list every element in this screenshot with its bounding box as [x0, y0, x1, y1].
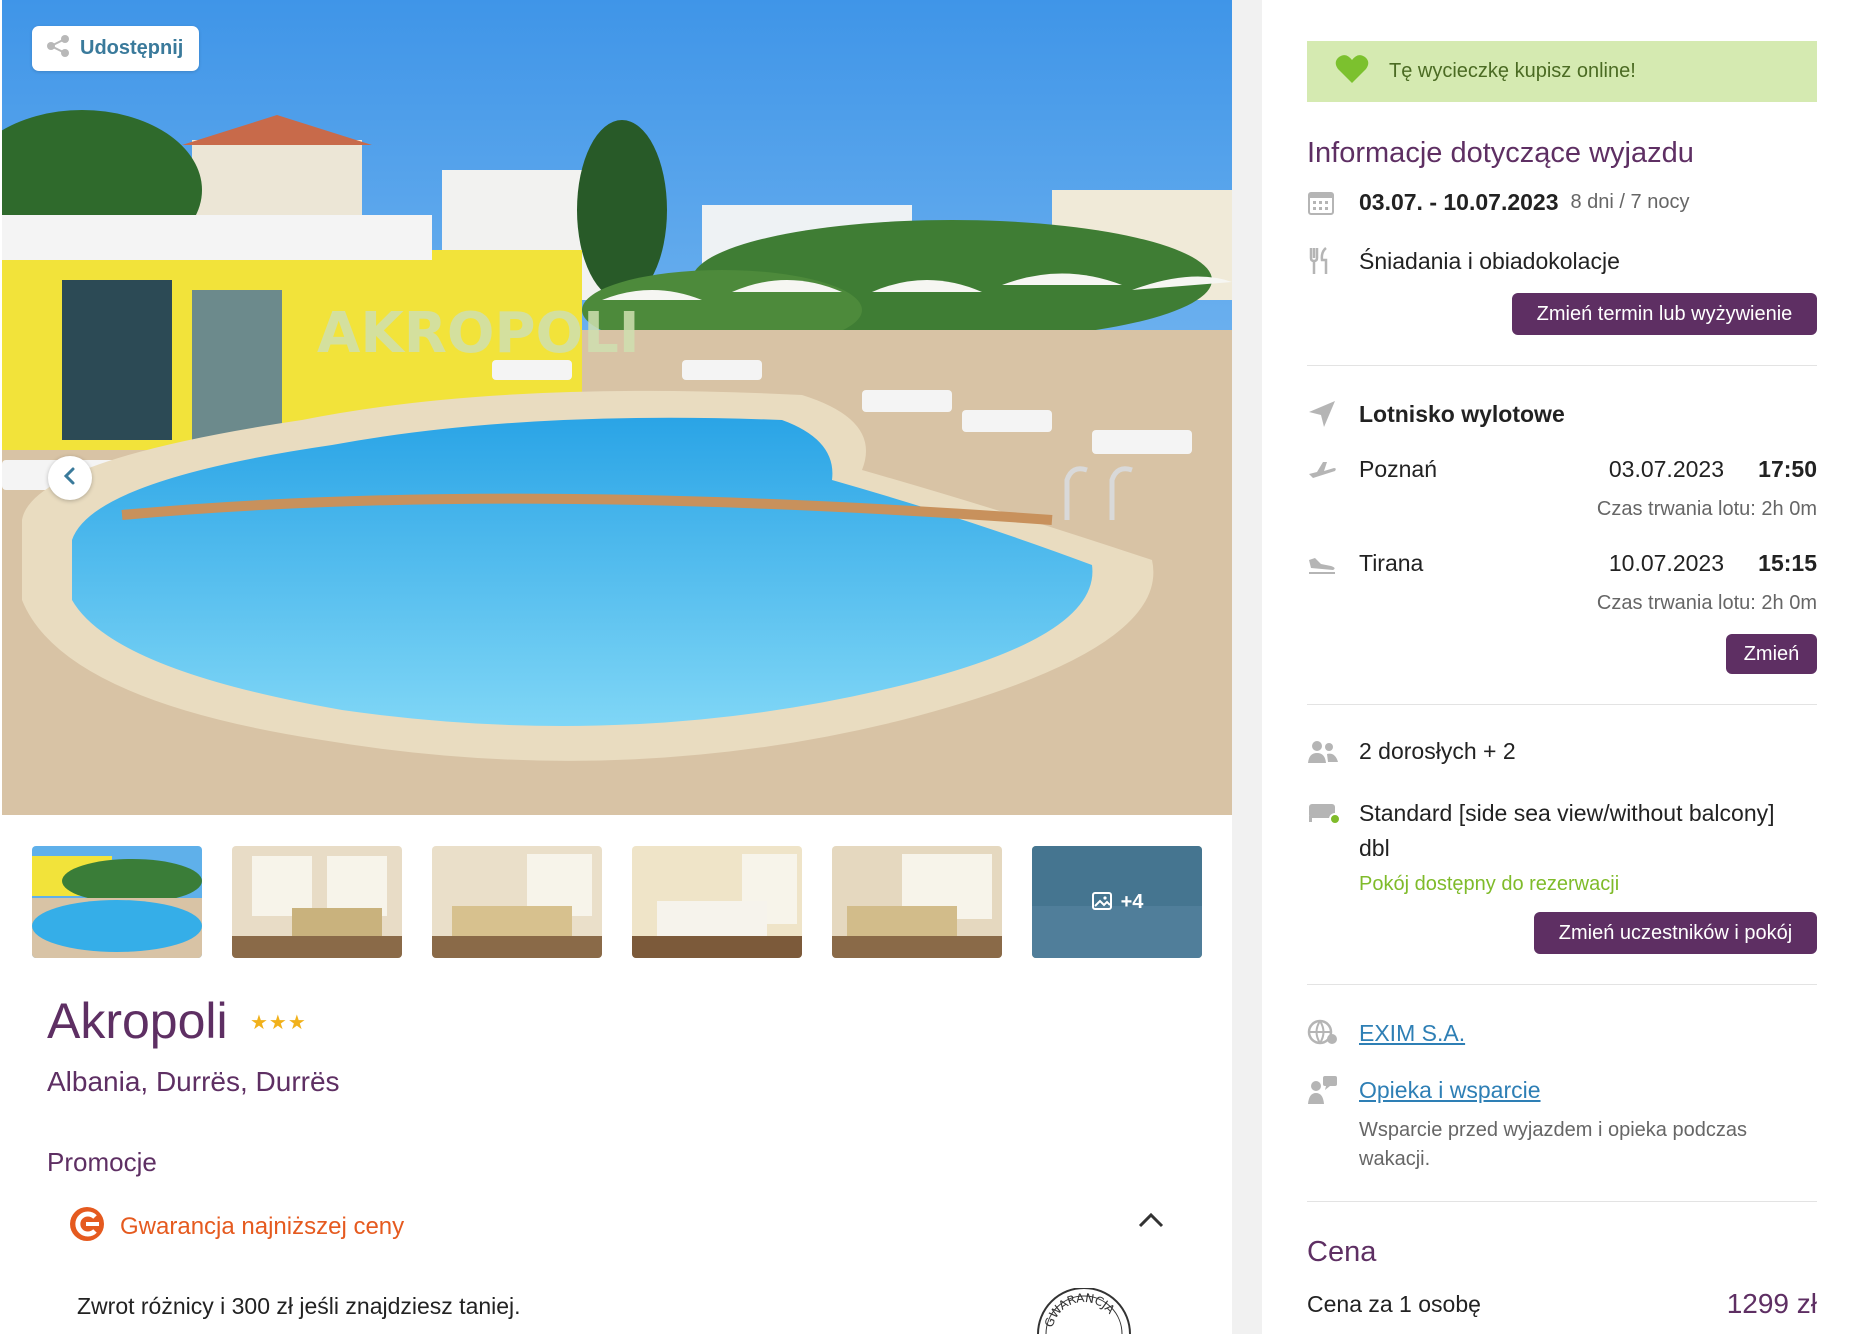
chevron-up-icon[interactable]: [1138, 1212, 1164, 1233]
trip-dates: 03.07. - 10.07.2023: [1359, 188, 1559, 215]
departure-airport-label: Lotnisko wylotowe: [1359, 400, 1565, 427]
chevron-left-icon: [62, 466, 78, 491]
price-title: Cena: [1307, 1236, 1377, 1268]
inbound-city: Tirana: [1359, 550, 1424, 576]
price-guarantee-label: Gwarancja najniższej ceny: [120, 1212, 405, 1240]
trip-duration: 8 dni / 7 nocy: [1570, 190, 1690, 213]
price-guarantee-description: Zwrot różnicy i 300 zł jeśli znajdziesz …: [77, 1293, 521, 1319]
inbound-date: 10.07.2023: [1608, 550, 1724, 576]
operator-row: EXIM S.A.: [1307, 1017, 1465, 1049]
gallery-thumbnails: +4: [32, 846, 1202, 958]
share-button[interactable]: Udostępnij: [32, 26, 200, 71]
change-flight-button[interactable]: Zmień: [1726, 634, 1817, 674]
divider: [1307, 365, 1817, 366]
hero-photo[interactable]: AKROPOLI: [2, 0, 1232, 815]
svg-text:GWARANCJA: GWARANCJA: [1042, 1291, 1118, 1329]
support-agent-icon: [1307, 1074, 1359, 1106]
guarantee-stamp: GWARANCJA: [1032, 1287, 1136, 1334]
promotions-title: Promocje: [47, 1147, 157, 1177]
room-row: Standard [side sea view/without balcony]…: [1307, 796, 1775, 866]
gallery-more-thumbnail[interactable]: +4: [1032, 846, 1202, 958]
online-purchase-text: Tę wycieczkę kupisz online!: [1389, 60, 1636, 82]
inbound-flight-duration: Czas trwania lotu: 2h 0m: [1596, 592, 1817, 614]
support-link[interactable]: Opieka i wsparcie: [1359, 1077, 1541, 1104]
board-type: Śniadania i obiadokolacje: [1359, 247, 1620, 274]
board-row: Śniadania i obiadokolacje: [1307, 246, 1620, 276]
globe-operator-icon: [1307, 1017, 1359, 1049]
online-purchase-banner: Tę wycieczkę kupisz online!: [1307, 41, 1817, 102]
gallery-thumbnail[interactable]: [832, 846, 1002, 958]
outbound-flight-row: Poznań: [1307, 456, 1437, 483]
change-term-button[interactable]: Zmień termin lub wyżywienie: [1512, 293, 1817, 335]
divider: [1307, 984, 1817, 985]
gallery-thumbnail[interactable]: [32, 846, 202, 958]
participants-row: 2 dorosłych + 2: [1307, 738, 1516, 765]
gallery-thumbnail[interactable]: [632, 846, 802, 958]
outbound-date: 03.07.2023: [1608, 456, 1724, 482]
outbound-city: Poznań: [1359, 456, 1438, 482]
divider: [1307, 704, 1817, 705]
hotel-stars: ★★★: [250, 1012, 307, 1034]
gallery-more-count: +4: [1120, 890, 1144, 913]
price-per-person-label: Cena za 1 osobę: [1307, 1291, 1481, 1317]
price-guarantee-toggle[interactable]: Gwarancja najniższej ceny: [68, 1205, 404, 1248]
change-participants-button[interactable]: Zmień uczestników i pokój: [1534, 912, 1817, 954]
hotel-location: Albania, Durrës, Durrës: [47, 1066, 340, 1097]
room-availability-status: Pokój dostępny do rezerwacji: [1359, 873, 1620, 895]
outbound-time: 17:50: [1758, 456, 1817, 482]
departure-airport-row: Lotnisko wylotowe: [1307, 399, 1565, 429]
booking-sidebar: Tę wycieczkę kupisz online! Informacje d…: [1262, 0, 1858, 1334]
hotel-sign: AKROPOLI: [317, 301, 640, 366]
participants-count: 2 dorosłych + 2: [1359, 738, 1516, 764]
gallery-thumbnail[interactable]: [232, 846, 402, 958]
image-gallery-icon: [1091, 891, 1115, 913]
inbound-flight-row: Tirana: [1307, 550, 1423, 577]
calendar-icon: [1307, 188, 1359, 216]
divider: [1307, 1201, 1817, 1202]
gallery-prev-button[interactable]: [48, 456, 92, 500]
people-icon: [1307, 739, 1359, 765]
support-description: Wsparcie przed wyjazdem i opieka podczas…: [1359, 1119, 1747, 1170]
pool-photo: AKROPOLI: [2, 0, 1232, 815]
plane-takeoff-icon: [1307, 458, 1359, 482]
plane-landing-icon: [1307, 552, 1359, 576]
bed-available-icon: [1307, 796, 1359, 826]
trip-dates-row: 03.07. - 10.07.2023 8 dni / 7 nocy: [1307, 188, 1689, 216]
share-icon: [46, 35, 70, 62]
column-gutter: [1232, 0, 1262, 1334]
price-guarantee-logo-icon: [68, 1205, 106, 1248]
price-per-person-value: 1299 zł: [1726, 1288, 1817, 1319]
gallery-thumbnail[interactable]: [432, 846, 602, 958]
hotel-main-column: AKROPOLI Udostępnij +4 Akropoli ★★★ Alba…: [0, 0, 1232, 1334]
inbound-time: 15:15: [1758, 550, 1817, 576]
hotel-name: Akropoli: [47, 993, 228, 1049]
share-label: Udostępnij: [80, 37, 184, 59]
room-type: Standard [side sea view/without balcony]…: [1359, 800, 1775, 861]
operator-link[interactable]: EXIM S.A.: [1359, 1020, 1465, 1047]
heart-icon: [1335, 54, 1369, 89]
trip-info-title: Informacje dotyczące wyjazdu: [1307, 137, 1694, 169]
support-row: Opieka i wsparcie: [1307, 1074, 1541, 1106]
outbound-flight-duration: Czas trwania lotu: 2h 0m: [1596, 498, 1817, 520]
cutlery-icon: [1307, 246, 1359, 276]
navigation-arrow-icon: [1307, 399, 1359, 429]
